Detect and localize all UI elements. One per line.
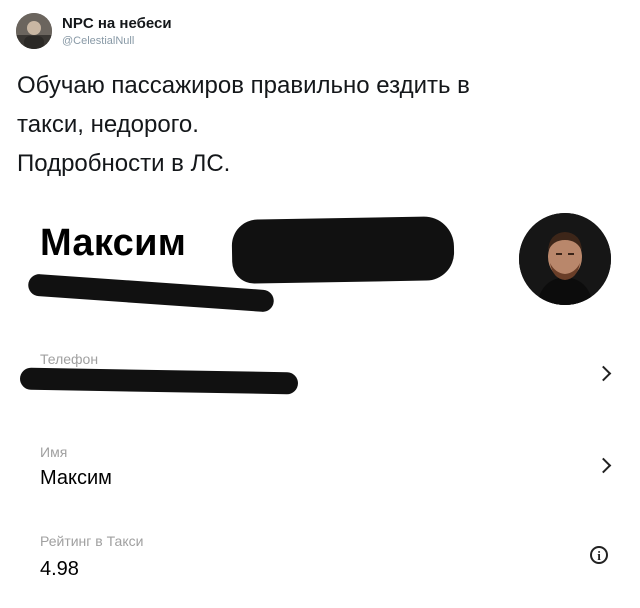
- tweet-author-avatar[interactable]: [16, 13, 52, 49]
- tweet-author-handle[interactable]: @CelestialNull: [62, 35, 134, 47]
- tweet-text-line: Подробности в ЛС.: [17, 150, 231, 177]
- tweet-author-name[interactable]: NPC на небеси: [62, 15, 172, 32]
- profile-name-heading: Максим: [40, 222, 187, 264]
- tweet-text-line: Обучаю пассажиров правильно ездить в: [17, 72, 470, 99]
- rating-field-label: Рейтинг в Такси: [40, 533, 144, 549]
- profile-photo[interactable]: [519, 213, 611, 305]
- user-avatar-icon: [16, 13, 52, 49]
- name-field-value[interactable]: Максим: [40, 467, 112, 490]
- redaction-mark-subtitle: [27, 273, 275, 313]
- tweet-text-line: такси, недорого.: [17, 111, 199, 138]
- chevron-right-icon[interactable]: [595, 457, 612, 474]
- phone-field-label: Телефон: [40, 351, 99, 367]
- profile-photo-icon: [519, 213, 611, 305]
- chevron-right-icon[interactable]: [595, 365, 612, 382]
- rating-field-value: 4.98: [40, 558, 79, 580]
- redaction-mark-phone: [19, 367, 299, 395]
- info-icon[interactable]: i: [590, 546, 608, 564]
- tweet-text: Обучаю пассажиров правильно ездить в так…: [17, 66, 617, 183]
- redaction-mark-surname: [231, 216, 455, 284]
- name-field-label: Имя: [40, 444, 68, 460]
